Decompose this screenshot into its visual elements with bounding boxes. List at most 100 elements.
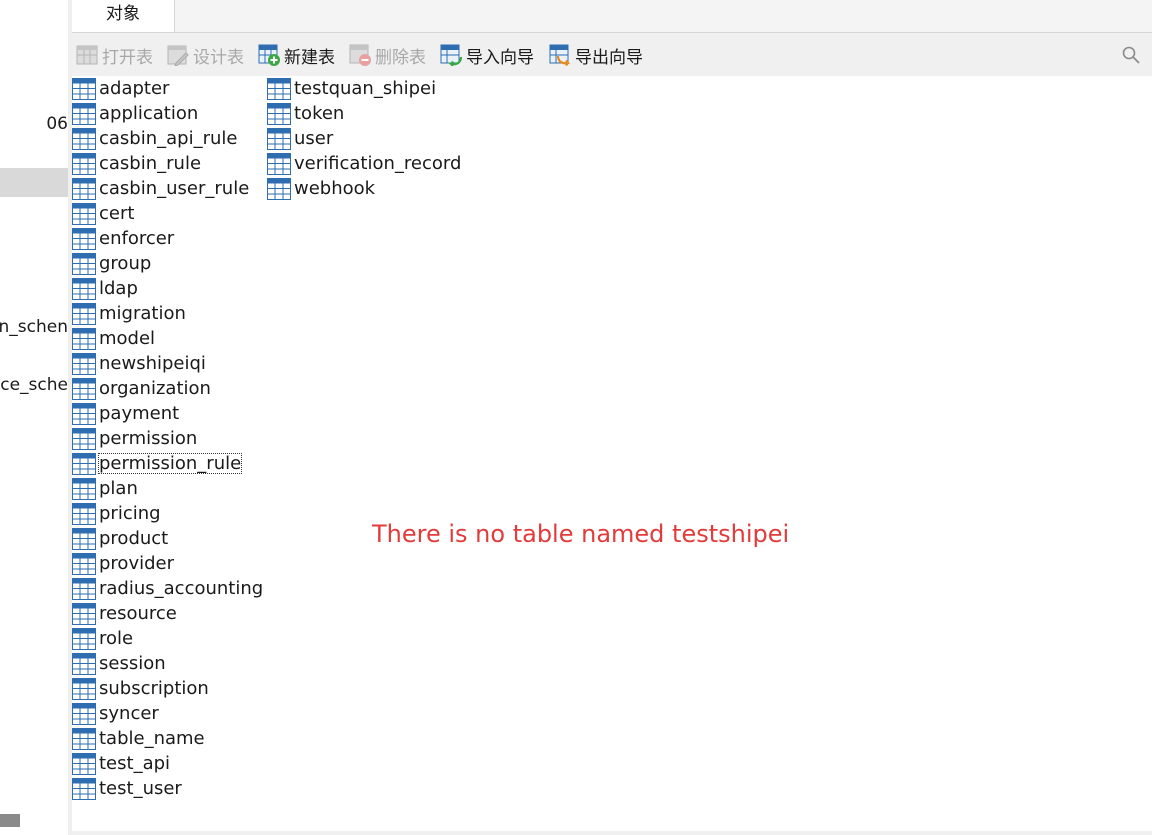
table-item[interactable]: enforcer — [72, 226, 264, 251]
table-icon — [72, 302, 96, 325]
open-table-icon — [76, 45, 98, 65]
table-name: role — [99, 628, 134, 649]
table-item[interactable]: session — [72, 651, 264, 676]
table-name: resource — [99, 603, 177, 624]
table-name: cert — [99, 203, 135, 224]
table-item[interactable]: subscription — [72, 676, 264, 701]
table-name: payment — [99, 403, 180, 424]
table-list-column-2: testquan_shipei token user verification_rec… — [267, 76, 462, 201]
table-icon — [72, 277, 96, 300]
table-name: organization — [99, 378, 211, 399]
table-item[interactable]: casbin_rule — [72, 151, 264, 176]
table-item[interactable]: resource — [72, 601, 264, 626]
table-name: testquan_shipei — [294, 78, 437, 99]
table-item[interactable]: token — [267, 101, 462, 126]
table-item[interactable]: newshipeiqi — [72, 351, 264, 376]
table-item[interactable]: payment — [72, 401, 264, 426]
table-item[interactable]: provider — [72, 551, 264, 576]
open-table-button[interactable]: 打开表 — [76, 42, 153, 68]
table-item[interactable]: user — [267, 126, 462, 151]
table-item[interactable]: migration — [72, 301, 264, 326]
table-icon — [72, 427, 96, 450]
design-table-button[interactable]: 设计表 — [167, 42, 244, 68]
delete-table-icon — [349, 44, 371, 66]
table-item[interactable]: pricing — [72, 501, 264, 526]
table-name: test_api — [99, 753, 171, 774]
table-item[interactable]: syncer — [72, 701, 264, 726]
table-item[interactable]: webhook — [267, 176, 462, 201]
table-name: radius_accounting — [99, 578, 264, 599]
table-item[interactable]: table_name — [72, 726, 264, 751]
table-name: application — [99, 103, 199, 124]
tab-strip: 对象 — [72, 0, 1152, 33]
table-icon — [72, 777, 96, 800]
table-name: enforcer — [99, 228, 175, 249]
table-icon — [72, 77, 96, 100]
table-item[interactable]: model — [72, 326, 264, 351]
table-icon — [72, 627, 96, 650]
table-icon — [267, 127, 291, 150]
table-item[interactable]: casbin_api_rule — [72, 126, 264, 151]
table-icon — [72, 402, 96, 425]
delete-table-button[interactable]: 删除表 — [349, 42, 426, 68]
table-item[interactable]: application — [72, 101, 264, 126]
table-icon — [72, 652, 96, 675]
table-item[interactable]: plan — [72, 476, 264, 501]
navigation-sidebar: 06 n_schen ce_sche — [0, 0, 68, 835]
table-item[interactable]: permission — [72, 426, 264, 451]
table-item[interactable]: organization — [72, 376, 264, 401]
table-list-column-1: adapter application casbin_api_rule casbin_… — [72, 76, 264, 801]
table-icon — [72, 352, 96, 375]
export-wizard-button[interactable]: 导出向导 — [549, 42, 643, 68]
table-name: provider — [99, 553, 174, 574]
table-icon — [72, 702, 96, 725]
table-icon — [72, 502, 96, 525]
table-item[interactable]: ldap — [72, 276, 264, 301]
table-name: test_user — [99, 778, 182, 799]
table-icon — [72, 727, 96, 750]
sidebar-selected-item[interactable] — [0, 168, 68, 197]
new-table-button[interactable]: 新建表 — [258, 42, 335, 68]
table-item[interactable]: cert — [72, 201, 264, 226]
table-item[interactable]: test_api — [72, 751, 264, 776]
table-name: model — [99, 328, 156, 349]
sidebar-item-fragment[interactable]: 06 — [46, 114, 68, 134]
tab-objects[interactable]: 对象 — [72, 0, 175, 32]
table-item[interactable]: casbin_user_rule — [72, 176, 264, 201]
table-item[interactable]: verification_record — [267, 151, 462, 176]
table-item[interactable]: radius_accounting — [72, 576, 264, 601]
search-icon[interactable] — [1122, 46, 1140, 64]
sidebar-item-fragment[interactable]: n_schen — [0, 317, 68, 337]
delete-table-label: 删除表 — [375, 47, 426, 68]
table-name: webhook — [294, 178, 376, 199]
table-icon — [72, 477, 96, 500]
table-name: pricing — [99, 503, 161, 524]
import-wizard-label: 导入向导 — [466, 47, 534, 68]
table-icon — [267, 152, 291, 175]
objects-pane: adapter application casbin_api_rule casbin_… — [72, 76, 1152, 831]
table-item[interactable]: test_user — [72, 776, 264, 801]
table-name: table_name — [99, 728, 205, 749]
new-table-icon — [258, 44, 280, 66]
table-name: permission — [99, 428, 198, 449]
table-name: user — [294, 128, 334, 149]
table-name: casbin_user_rule — [99, 178, 250, 199]
table-item[interactable]: group — [72, 251, 264, 276]
table-item[interactable]: testquan_shipei — [267, 76, 462, 101]
table-item[interactable]: role — [72, 626, 264, 651]
table-item[interactable]: adapter — [72, 76, 264, 101]
design-table-icon — [167, 45, 189, 66]
table-item[interactable]: permission_rule — [72, 451, 264, 476]
table-item[interactable]: product — [72, 526, 264, 551]
table-name: ldap — [99, 278, 138, 299]
sidebar-horizontal-scrollbar[interactable] — [0, 814, 20, 827]
table-icon — [267, 102, 291, 125]
table-name: casbin_api_rule — [99, 128, 238, 149]
table-name: product — [99, 528, 169, 549]
table-icon — [267, 77, 291, 100]
sidebar-item-fragment[interactable]: ce_sche — [0, 375, 68, 395]
table-icon — [72, 602, 96, 625]
import-wizard-button[interactable]: 导入向导 — [440, 42, 534, 68]
table-icon — [72, 527, 96, 550]
export-wizard-label: 导出向导 — [575, 47, 643, 68]
